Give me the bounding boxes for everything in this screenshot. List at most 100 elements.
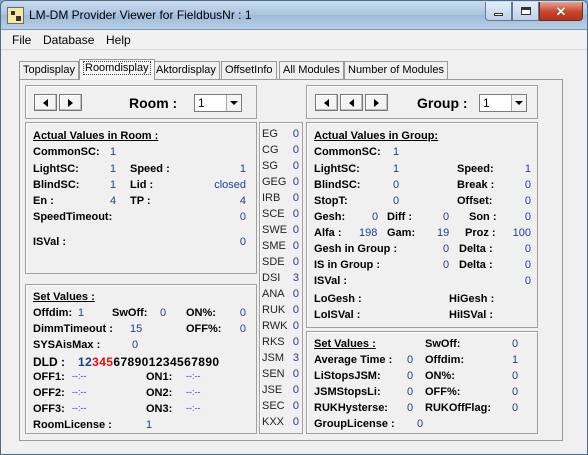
tab-aktordisplay[interactable]: Aktordisplay [152,61,220,79]
module-code-value: 0 [292,128,299,140]
module-code-row: JSM 3 [260,352,302,368]
module-code-value: 0 [292,288,299,300]
label: Lid : [130,179,154,191]
module-code-value: 0 [292,256,299,268]
blind-sc-value: 1 [110,179,117,191]
label: LightSC: [33,163,79,175]
label: RoomLicense : [33,419,112,431]
module-code-name: RUK [262,304,286,316]
tab-roomdisplay[interactable]: Roomdisplay [79,59,155,80]
tab-label: OffsetInfo [225,64,273,76]
label: DimmTimeout : [33,323,113,335]
module-code-value: 3 [292,352,299,364]
minimize-button[interactable] [485,2,512,21]
module-code-row: RWK 0 [260,320,302,336]
son-value: 0 [524,211,531,223]
label: ON%: [425,370,455,382]
module-code-name: SCE [262,208,285,220]
label: OFF2: [33,387,65,399]
group-next-button[interactable] [365,94,388,111]
menu-file[interactable]: File [12,33,31,47]
module-code-value: 0 [292,192,299,204]
group-select[interactable]: 1 [479,94,527,112]
gesh-in-group-value: 0 [443,243,450,255]
module-code-row: SCE 0 [260,208,302,224]
alfa-value: 198 [359,227,378,239]
module-code-row: SDE 0 [260,256,302,272]
tab-offsetinfo[interactable]: OffsetInfo [221,61,277,79]
dld-value: 12345678901234567890 [78,355,220,369]
group-select-value: 1 [483,96,490,110]
dld-part: 1234567890 [148,355,220,369]
swoff-value: 0 [160,307,167,319]
room-select[interactable]: 1 [194,94,242,112]
label: RUKHysterse: [314,402,388,414]
maximize-button[interactable] [512,2,539,21]
label: LoISVal : [314,309,361,321]
tab-label: Roomdisplay [83,61,151,75]
label: BlindSC: [314,179,361,191]
module-code-row: DSI 3 [260,272,302,288]
module-code-value: 0 [292,144,299,156]
room-set-title: Set Values : [33,291,95,303]
title-bar[interactable]: LM-DM Provider Viewer for FieldbusNr : 1… [1,1,587,30]
tab-number-of-modules[interactable]: Number of Modules [344,61,448,79]
room-select-value: 1 [198,96,205,110]
label: OFF%: [186,323,222,335]
label: SwOff: [112,307,148,319]
tab-topdisplay[interactable]: Topdisplay [19,61,79,79]
label: Break : [457,179,495,191]
label: Average Time : [314,354,393,366]
label: Proz : [465,227,496,239]
module-code-value: 0 [292,240,299,252]
module-code-value: 0 [292,336,299,348]
label: Delta : [459,243,493,255]
module-code-row: EG 0 [260,128,302,144]
menu-database[interactable]: Database [43,33,94,47]
module-code-row: SEC 0 [260,400,302,416]
tab-label: Number of Modules [348,64,444,76]
label: ISVal : [33,236,67,248]
stopt-value: 0 [393,195,400,207]
group-label: Group : [417,95,468,111]
off-pct-value: 0 [239,323,246,335]
label: Offdim: [33,307,73,319]
label: Gam: [387,227,416,239]
label: DLD : [33,355,65,369]
room-label: Room : [129,95,178,111]
label: SYSAisMax : [33,339,101,351]
label: BlindSC: [33,179,80,191]
on3-value: --:-- [186,403,201,413]
module-code-value: 0 [292,400,299,412]
tab-all-modules[interactable]: All Modules [279,61,344,79]
listops-value: 0 [407,370,414,382]
minimize-icon [494,13,503,16]
module-code-value: 0 [292,160,299,172]
module-code-name: KXX [262,416,285,428]
gesh-value: 0 [372,211,379,223]
close-button[interactable]: ✕ [539,2,583,21]
module-code-row: SEN 0 [260,368,302,384]
group-next-button[interactable] [340,94,363,111]
light-sc-value: 1 [393,163,400,175]
dld-part: 67890 [113,355,149,369]
sysaismax-value: 0 [132,339,139,351]
label: Gesh: [314,211,346,223]
label: LoGesh : [314,293,362,305]
label: SwOff: [425,338,461,350]
arrow-left-icon [324,98,329,107]
label: CommonSC: [314,146,381,158]
group-prev-button[interactable] [315,94,338,111]
room-license-value: 1 [146,419,153,431]
offset-value: 0 [524,195,531,207]
module-code-name: SG [262,160,278,172]
app-window: LM-DM Provider Viewer for FieldbusNr : 1… [0,0,588,455]
window-title: LM-DM Provider Viewer for FieldbusNr : 1 [29,8,252,22]
rukhyst-value: 0 [407,402,414,414]
room-prev-button[interactable] [34,94,57,111]
room-next-button[interactable] [59,94,82,111]
offdim-value: 1 [78,307,85,319]
menu-help[interactable]: Help [106,33,131,47]
speed-value: 1 [239,163,246,175]
label: JSMStopsLi: [314,386,381,398]
